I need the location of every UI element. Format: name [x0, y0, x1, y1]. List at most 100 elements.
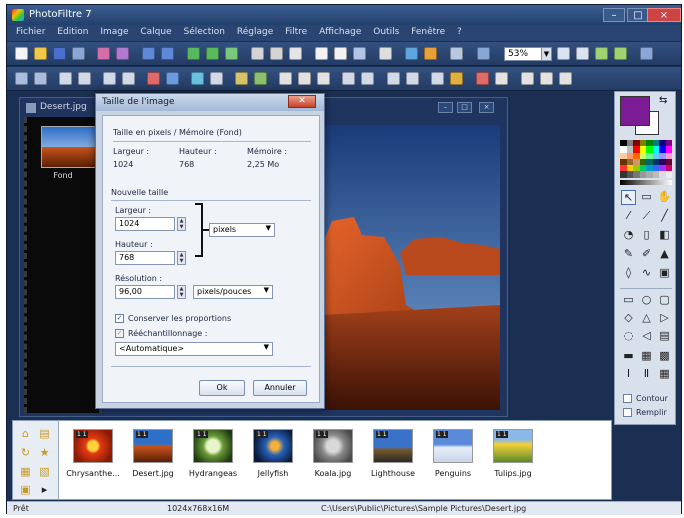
paste-icon[interactable] [206, 47, 219, 60]
zoom-select[interactable]: 53% ▼ [504, 47, 552, 61]
sharpen-icon[interactable] [254, 72, 267, 85]
select-pointer-icon[interactable]: ↖ [621, 190, 636, 205]
lasso-icon[interactable]: ◌ [621, 329, 636, 344]
zoom-minus-icon[interactable] [15, 72, 28, 85]
cancel-button[interactable]: Annuler [253, 380, 307, 396]
paste-new-icon[interactable] [225, 47, 238, 60]
file-thumb-tulips[interactable]: 1 1 Tulips.jpg [485, 429, 541, 478]
open-folder-icon[interactable] [34, 47, 47, 60]
image-size-icon[interactable] [251, 47, 264, 60]
dialog-close-button[interactable]: ✕ [288, 95, 316, 108]
close-button[interactable]: × [647, 8, 681, 22]
outline-checkbox[interactable] [623, 394, 632, 403]
menu-filtre[interactable]: Filtre [285, 25, 307, 37]
folder-up-icon[interactable]: ⌂ [18, 427, 33, 442]
effect-icon[interactable] [450, 72, 463, 85]
menu-fichier[interactable]: Fichier [16, 25, 45, 37]
redo-icon[interactable] [161, 47, 174, 60]
folder-shape-icon[interactable]: ▤ [657, 329, 672, 344]
foreground-color-swatch[interactable] [620, 96, 650, 126]
diamond-icon[interactable]: ◇ [621, 311, 636, 326]
brightness-icon[interactable] [103, 72, 116, 85]
doc-close-button[interactable]: × [479, 102, 494, 113]
shape-icon[interactable] [431, 72, 444, 85]
pattern2-icon[interactable] [298, 72, 311, 85]
sepia-icon[interactable] [210, 72, 223, 85]
folder-move-icon[interactable]: ▧ [37, 465, 52, 480]
menu-fenetre[interactable]: Fenêtre [411, 25, 445, 37]
file-thumb-desert[interactable]: 1 1 Desert.jpg [125, 429, 181, 478]
undo-icon[interactable] [142, 47, 155, 60]
folder-tree-icon[interactable]: ▤ [37, 427, 52, 442]
magic-wand-icon[interactable]: ⟋ [639, 209, 654, 224]
menu-edition[interactable]: Edition [57, 25, 88, 37]
unit-select[interactable]: pixels ▼ [209, 223, 275, 237]
blur-icon[interactable] [235, 72, 248, 85]
folder-refresh-icon[interactable]: ↻ [18, 446, 33, 461]
flip-h-icon[interactable] [521, 72, 534, 85]
chevron-down-icon[interactable]: ▼ [541, 47, 552, 61]
file-thumb-chrysanthemum[interactable]: 1 1 Chrysanthe... [65, 429, 121, 478]
drop2-icon[interactable] [361, 72, 374, 85]
canvas-size-icon[interactable] [270, 47, 283, 60]
deform-icon[interactable]: ∿ [639, 266, 654, 281]
minimize-button[interactable]: – [603, 8, 625, 22]
select-ratio-icon[interactable]: ▦ [639, 349, 654, 364]
save-icon[interactable] [53, 47, 66, 60]
zoom-out-icon[interactable] [576, 47, 589, 60]
swap-colors-icon[interactable]: ⇆ [659, 95, 667, 106]
doc-minimize-button[interactable]: – [438, 102, 453, 113]
move-icon[interactable]: ▭ [639, 190, 654, 205]
rectangle-icon[interactable]: ▭ [621, 293, 636, 308]
align-icon[interactable]: Ι [621, 367, 636, 382]
screen-icon[interactable] [640, 47, 653, 60]
new-file-icon[interactable] [15, 47, 28, 60]
select-area-icon[interactable] [353, 47, 366, 60]
smudge-icon[interactable]: ✐ [639, 247, 654, 262]
rounded-rect-icon[interactable]: ▢ [657, 293, 672, 308]
frame-icon[interactable] [315, 47, 328, 60]
vertical-align-icon[interactable]: Ⅱ [639, 367, 654, 382]
red-filter-icon[interactable] [476, 72, 489, 85]
flip-v-icon[interactable] [540, 72, 553, 85]
ok-button[interactable]: Ok [199, 380, 245, 396]
folder-favorites-icon[interactable]: ★ [37, 446, 52, 461]
triangle-icon[interactable]: △ [639, 311, 654, 326]
fullscreen-icon[interactable] [477, 47, 490, 60]
triangle-right-icon[interactable]: ▷ [657, 311, 672, 326]
stamp-icon[interactable]: ▲ [657, 247, 672, 262]
actual-size-icon[interactable] [614, 47, 627, 60]
menu-reglage[interactable]: Réglage [237, 25, 273, 37]
crop-icon[interactable] [289, 47, 302, 60]
doc-maximize-button[interactable]: □ [457, 102, 472, 113]
resampling-checkbox[interactable]: ✓ [115, 329, 124, 338]
clone-icon[interactable]: ▣ [657, 266, 672, 281]
menu-selection[interactable]: Sélection [184, 25, 225, 37]
blur-tool-icon[interactable]: ◊ [621, 266, 636, 281]
file-thumb-lighthouse[interactable]: 1 1 Lighthouse [365, 429, 421, 478]
file-thumb-jellyfish[interactable]: 1 1 Jellyfish [245, 429, 301, 478]
height-spinner[interactable]: ▲ ▼ [177, 251, 186, 265]
resolution-spinner[interactable]: ▲ ▼ [177, 285, 186, 299]
zoom-in-icon[interactable] [557, 47, 570, 60]
hand-icon[interactable]: ✋ [657, 190, 672, 205]
resolution-unit-select[interactable]: pixels/pouces ▼ [193, 285, 273, 299]
brush-icon[interactable] [405, 47, 418, 60]
save-as-icon[interactable] [72, 47, 85, 60]
eraser-icon[interactable]: ◧ [657, 228, 672, 243]
line-icon[interactable]: ╱ [657, 209, 672, 224]
rotate-icon[interactable] [559, 72, 572, 85]
auto-contrast-icon[interactable] [78, 72, 91, 85]
gradient-bar[interactable] [620, 180, 672, 185]
scan-icon[interactable] [116, 47, 129, 60]
folder-copy-icon[interactable]: ▦ [18, 465, 33, 480]
fill-icon[interactable]: ◔ [621, 228, 636, 243]
text-frame-icon[interactable] [334, 47, 347, 60]
gamma-icon[interactable] [166, 72, 179, 85]
auto-levels-icon[interactable] [59, 72, 72, 85]
color-palette[interactable] [620, 140, 672, 178]
menu-calque[interactable]: Calque [140, 25, 171, 37]
print-icon[interactable] [97, 47, 110, 60]
file-thumb-hydrangeas[interactable]: 1 1 Hydrangeas [185, 429, 241, 478]
ellipse-icon[interactable]: ○ [639, 293, 654, 308]
